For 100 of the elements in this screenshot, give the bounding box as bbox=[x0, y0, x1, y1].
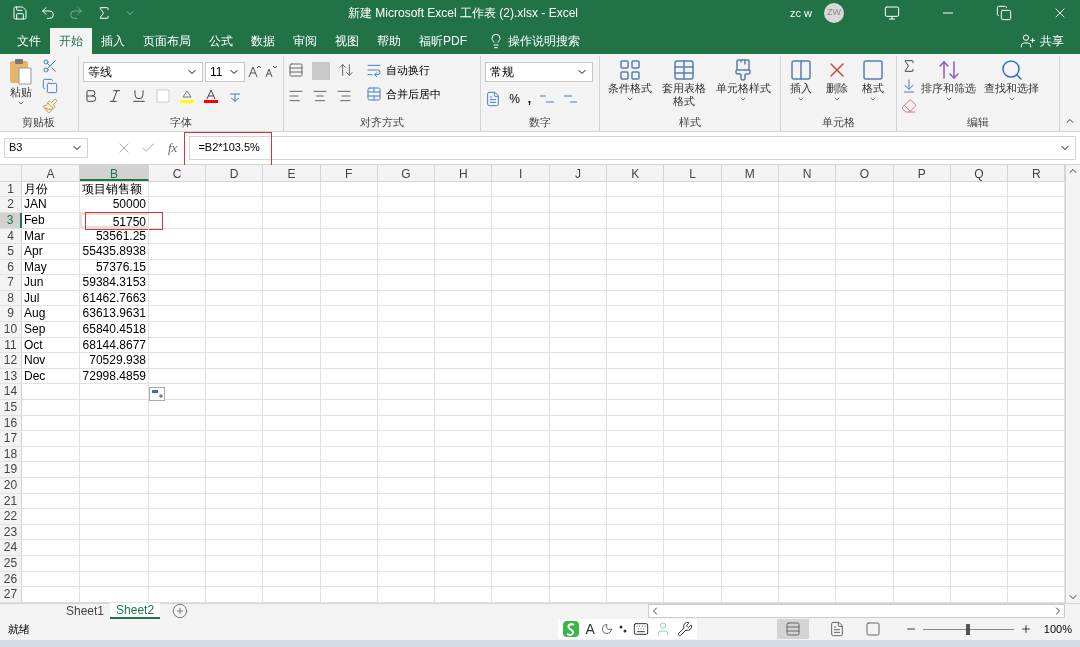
zoom-in-icon[interactable] bbox=[1019, 623, 1032, 636]
group-label: 对齐方式 bbox=[359, 115, 406, 130]
column-header[interactable]: P bbox=[893, 164, 951, 181]
merge-icon[interactable] bbox=[366, 86, 382, 103]
format-painter-icon[interactable] bbox=[42, 97, 58, 114]
page-layout-icon[interactable] bbox=[828, 621, 845, 638]
ribbon-tab[interactable]: 福昕PDF bbox=[410, 27, 476, 54]
ribbon-button[interactable]: 排序和筛选 bbox=[917, 57, 981, 114]
ribbon-button[interactable]: 单元格样式 bbox=[711, 57, 775, 108]
row-header[interactable]: 2 bbox=[0, 197, 22, 212]
row-header[interactable]: 20 bbox=[0, 478, 22, 493]
slider-thumb[interactable] bbox=[966, 623, 971, 635]
ribbon-tab[interactable]: 公式 bbox=[200, 27, 242, 54]
zoom-slider[interactable] bbox=[920, 623, 1016, 635]
merge-center-button[interactable]: 合并后居中 bbox=[386, 86, 441, 103]
row-header[interactable]: 14 bbox=[0, 384, 22, 400]
font-size-field[interactable]: 11 bbox=[204, 61, 245, 82]
ribbon-tab[interactable]: 视图 bbox=[326, 27, 368, 54]
font-color-icon[interactable] bbox=[202, 87, 219, 104]
ribbon-tab[interactable]: 文件 bbox=[8, 27, 50, 54]
row-header[interactable]: 27 bbox=[0, 587, 22, 602]
wrench-icon[interactable] bbox=[676, 621, 693, 638]
row-header[interactable]: 17 bbox=[0, 431, 22, 446]
ribbon-tab[interactable]: 开始 bbox=[50, 27, 92, 54]
increase-font-icon[interactable] bbox=[246, 64, 261, 79]
clear-icon[interactable] bbox=[901, 97, 918, 114]
zoom-level[interactable]: 100% bbox=[1043, 621, 1072, 638]
column-header[interactable]: M bbox=[721, 164, 779, 181]
column-header[interactable]: K bbox=[607, 164, 665, 181]
ribbon-tab[interactable]: 帮助 bbox=[368, 27, 410, 54]
font-name-field[interactable]: 等线 bbox=[82, 61, 203, 82]
column-header[interactable]: I bbox=[492, 164, 550, 181]
page-break-icon[interactable] bbox=[864, 621, 881, 638]
column-header[interactable]: Q bbox=[950, 164, 1009, 181]
column-header[interactable]: N bbox=[778, 164, 837, 181]
row-header[interactable]: 10 bbox=[0, 322, 22, 337]
row-header[interactable]: 5 bbox=[0, 244, 22, 259]
ribbon-tab[interactable]: 插入 bbox=[92, 27, 134, 54]
undo-icon[interactable] bbox=[40, 5, 56, 22]
row-header[interactable]: 7 bbox=[0, 275, 22, 290]
cut-icon[interactable] bbox=[42, 57, 58, 74]
column-header[interactable]: O bbox=[836, 164, 894, 181]
row-header[interactable]: 24 bbox=[0, 540, 22, 555]
ribbon-button[interactable]: 删除 bbox=[820, 57, 853, 103]
ribbon-button[interactable]: 查找和选择 bbox=[980, 57, 1044, 114]
sheet-tab[interactable]: Sheet1 bbox=[60, 603, 111, 620]
table-cell: 50000 bbox=[112, 197, 146, 213]
name-box[interactable]: B3 bbox=[4, 137, 88, 158]
ribbon-button[interactable]: 粘贴 bbox=[4, 57, 38, 114]
tell-me-search[interactable]: 操作说明搜索 bbox=[508, 31, 580, 50]
column-header[interactable]: D bbox=[206, 164, 264, 181]
group-label: 编辑 bbox=[966, 115, 991, 130]
normal-view-icon[interactable] bbox=[784, 621, 801, 638]
wrap-text-button[interactable]: 自动换行 bbox=[386, 61, 430, 79]
ribbon-tab[interactable]: 数据 bbox=[242, 27, 284, 54]
lightbulb-icon[interactable] bbox=[488, 32, 504, 49]
punctuation-icon[interactable] bbox=[618, 624, 627, 635]
row-header[interactable]: 9 bbox=[0, 306, 22, 322]
ime-mode-button[interactable]: A bbox=[585, 618, 595, 640]
moon-icon[interactable] bbox=[600, 623, 613, 636]
row-header[interactable]: 19 bbox=[0, 462, 22, 477]
ribbon-button[interactable]: 套用表格格式 bbox=[655, 57, 712, 108]
ribbon-button[interactable]: 插入 bbox=[784, 57, 817, 103]
column-header[interactable]: H bbox=[435, 164, 493, 181]
share-button[interactable]: 共享 bbox=[1040, 31, 1064, 50]
ime-logo-icon[interactable] bbox=[561, 620, 580, 639]
table-cell: 70529.938 bbox=[89, 353, 146, 369]
underline-icon[interactable] bbox=[130, 87, 147, 104]
keyboard-icon[interactable] bbox=[632, 621, 649, 638]
ribbon-tab[interactable]: 页面布局 bbox=[134, 27, 200, 54]
row-header[interactable]: 22 bbox=[0, 509, 22, 524]
column-header[interactable]: C bbox=[149, 164, 206, 181]
number-format-field[interactable]: 常规 bbox=[485, 61, 594, 82]
accounting-icon[interactable] bbox=[485, 90, 502, 107]
decrease-font-icon[interactable] bbox=[262, 64, 277, 79]
row-header[interactable]: 12 bbox=[0, 353, 22, 368]
insert-function-button[interactable]: fx bbox=[164, 137, 182, 158]
sheet-tab[interactable]: Sheet2 bbox=[110, 603, 161, 620]
row-header[interactable]: 15 bbox=[0, 400, 22, 415]
column-header[interactable]: E bbox=[263, 164, 321, 181]
paste-options-icon[interactable] bbox=[149, 386, 165, 401]
share-icon[interactable] bbox=[1020, 32, 1036, 49]
column-header[interactable]: F bbox=[320, 164, 378, 181]
ribbon-button[interactable]: 格式 bbox=[856, 57, 889, 103]
save-icon[interactable] bbox=[12, 5, 28, 22]
ribbon-button[interactable]: 条件格式 bbox=[603, 57, 656, 108]
column-header[interactable]: J bbox=[549, 164, 608, 181]
percent-button[interactable]: % bbox=[509, 89, 520, 108]
column-header[interactable]: G bbox=[377, 164, 436, 181]
restore-icon[interactable] bbox=[996, 5, 1012, 22]
sum-icon[interactable] bbox=[96, 5, 112, 22]
ribbon-display-icon[interactable] bbox=[884, 5, 900, 22]
column-header[interactable]: L bbox=[664, 164, 722, 181]
formula-field[interactable]: =B2*103.5% bbox=[198, 139, 260, 156]
search-icon[interactable] bbox=[999, 57, 1024, 82]
orientation-icon[interactable] bbox=[338, 61, 354, 78]
add-sheet-icon[interactable] bbox=[172, 603, 189, 620]
copy-icon[interactable] bbox=[42, 77, 58, 94]
ribbon-tab[interactable]: 审阅 bbox=[284, 27, 326, 54]
comma-button[interactable]: , bbox=[527, 89, 532, 108]
